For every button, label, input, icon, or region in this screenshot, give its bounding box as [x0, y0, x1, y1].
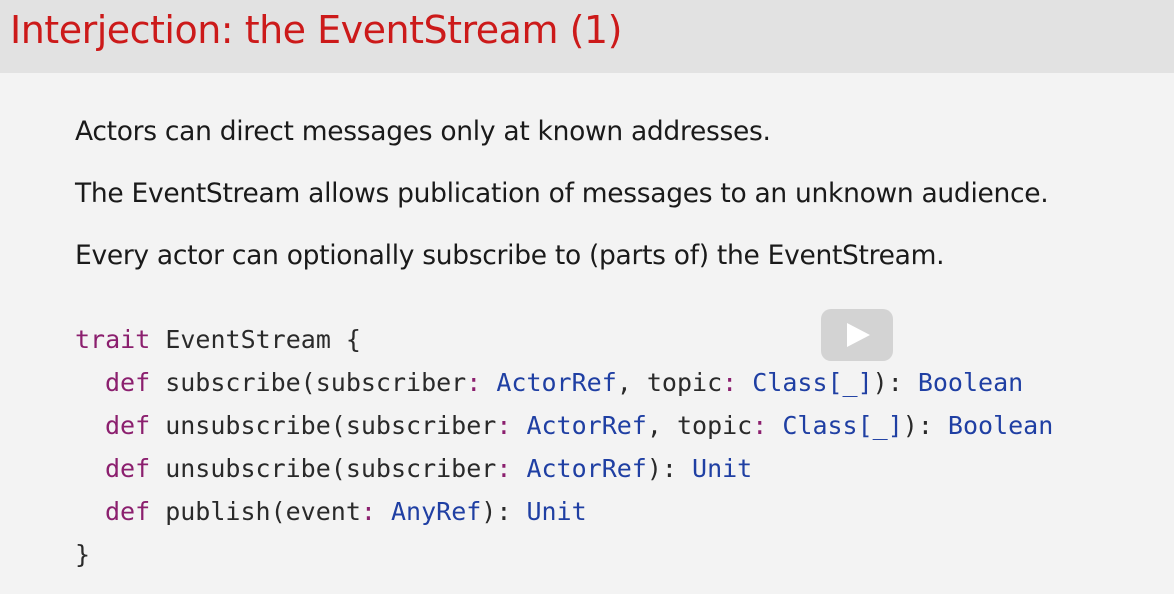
paragraph-1: Actors can direct messages only at known… — [75, 116, 771, 147]
code-text: ): — [481, 497, 527, 526]
code-punct: : — [466, 368, 497, 397]
code-type: Class[_] — [752, 368, 873, 397]
code-line-close: } — [75, 540, 90, 569]
code-text: , topic — [646, 411, 753, 440]
code-type: Class[_] — [782, 411, 903, 440]
code-type: ActorRef — [496, 368, 617, 397]
slide: Interjection: the EventStream (1) Actors… — [0, 0, 1174, 594]
code-type: AnyRef — [390, 497, 482, 526]
code-line-publish: def publish(event: AnyRef): Unit — [75, 497, 587, 526]
code-punct: : — [360, 497, 391, 526]
code-type: Boolean — [947, 411, 1054, 440]
code-text: } — [75, 540, 91, 569]
paragraph-3: Every actor can optionally subscribe to … — [75, 240, 945, 271]
play-icon — [847, 323, 870, 347]
code-keyword: def — [105, 454, 151, 483]
code-text: subscribe(subscriber — [150, 368, 467, 397]
code-keyword: def — [105, 411, 151, 440]
code-punct: : — [496, 454, 527, 483]
paragraph-2: The EventStream allows publication of me… — [75, 178, 1049, 209]
code-punct: : — [752, 411, 783, 440]
code-text: unsubscribe(subscriber — [150, 411, 497, 440]
code-keyword: def — [105, 497, 151, 526]
code-text: publish(event — [150, 497, 361, 526]
code-text: EventStream { — [150, 325, 361, 354]
play-button[interactable] — [821, 309, 893, 361]
code-text: , topic — [616, 368, 723, 397]
code-keyword: trait — [75, 325, 151, 354]
code-text: ): — [872, 368, 918, 397]
code-type: ActorRef — [526, 411, 647, 440]
code-line-unsubscribe-topic: def unsubscribe(subscriber: ActorRef, to… — [75, 411, 1053, 440]
code-punct: : — [496, 411, 527, 440]
code-line-trait: trait EventStream { — [75, 325, 361, 354]
code-line-subscribe: def subscribe(subscriber: ActorRef, topi… — [75, 368, 1023, 397]
code-type: Unit — [526, 497, 587, 526]
code-type: Unit — [692, 454, 753, 483]
code-text: unsubscribe(subscriber — [150, 454, 497, 483]
slide-title: Interjection: the EventStream (1) — [10, 8, 622, 52]
code-text: ): — [646, 454, 693, 483]
code-text: ): — [902, 411, 948, 440]
code-line-unsubscribe: def unsubscribe(subscriber: ActorRef): U… — [75, 454, 752, 483]
code-type: ActorRef — [526, 454, 647, 483]
code-type: Boolean — [917, 368, 1024, 397]
code-punct: : — [722, 368, 753, 397]
code-keyword: def — [105, 368, 151, 397]
